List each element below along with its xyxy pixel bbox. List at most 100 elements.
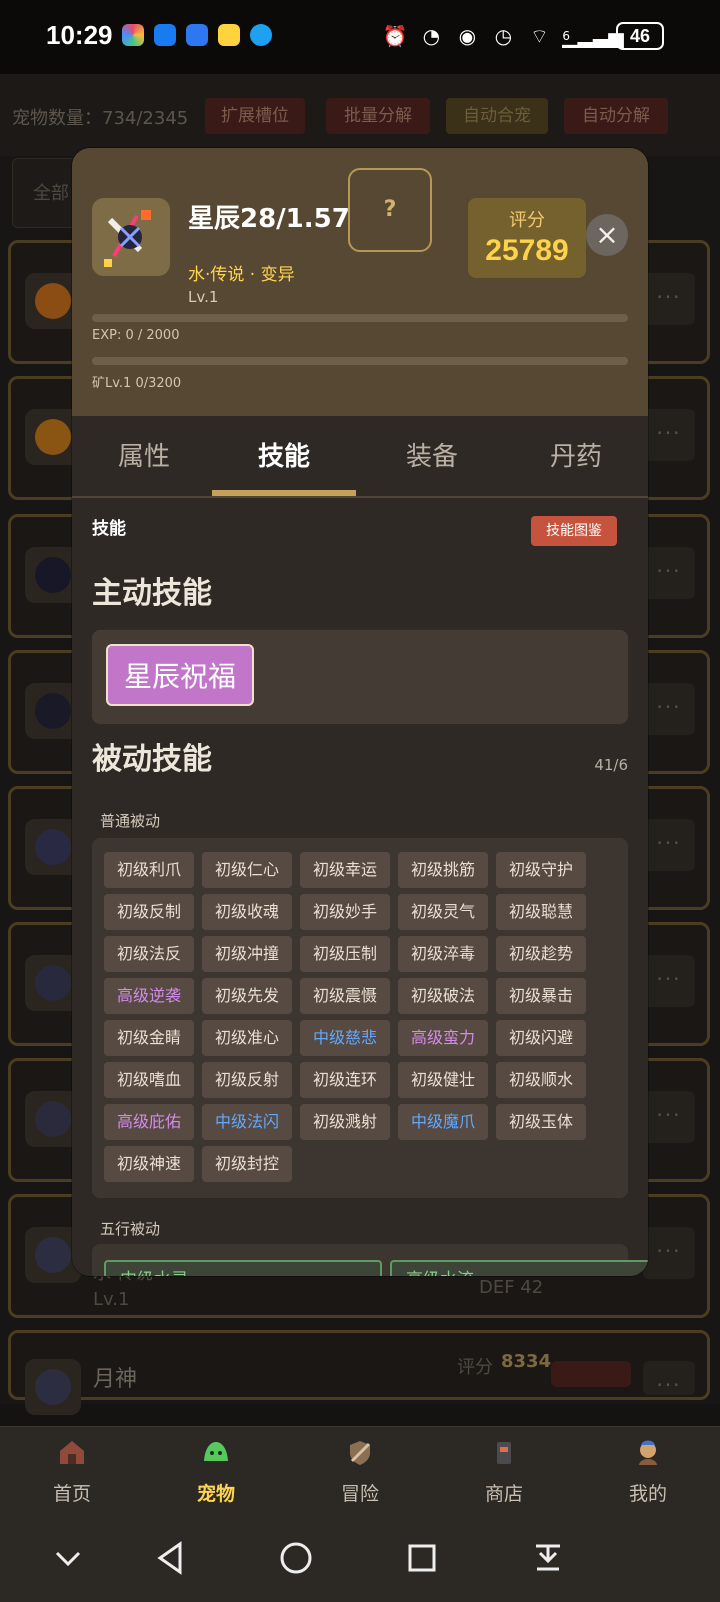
pet-list-toolbar: 宠物数量：734/2345 扩展槽位 批量分解 自动合宠 自动分解: [0, 74, 720, 156]
passive-skill-chip[interactable]: 初级仁心: [202, 852, 292, 888]
passive-skill-chip[interactable]: 初级震慑: [300, 978, 390, 1014]
passive-skill-chip[interactable]: 初级聪慧: [496, 894, 586, 930]
mystery-slot[interactable]: ?: [348, 168, 432, 252]
pet-count: 宠物数量：734/2345: [12, 108, 189, 129]
passive-skill-chip[interactable]: 初级冲撞: [202, 936, 292, 972]
passive-skill-chip[interactable]: 初级压制: [300, 936, 390, 972]
passive-skill-chip[interactable]: 初级神速: [104, 1146, 194, 1182]
tab-equipment[interactable]: 装备: [360, 416, 504, 496]
passive-skill-chip[interactable]: 初级准心: [202, 1020, 292, 1056]
nav-adventure[interactable]: 冒险: [288, 1427, 432, 1513]
passive-skill-chip[interactable]: 初级妙手: [300, 894, 390, 930]
battery-icon: 46: [616, 22, 664, 50]
passive-skill-chip[interactable]: 初级利爪: [104, 852, 194, 888]
cellular-signal-icon: ▁▂▃▅: [562, 24, 624, 48]
passive-skill-chip[interactable]: 初级健壮: [398, 1062, 488, 1098]
nav-profile[interactable]: 我的: [576, 1427, 720, 1513]
back-triangle-icon: [157, 1541, 182, 1575]
element-passive-chip[interactable]: 高级水流: [390, 1260, 648, 1276]
notification-shade-button[interactable]: [524, 1534, 572, 1582]
active-skills-heading: 主动技能: [92, 576, 212, 611]
collapse-button[interactable]: [44, 1534, 92, 1582]
active-skills-panel: 星辰祝福: [92, 630, 628, 724]
passive-skill-chip[interactable]: 初级法反: [104, 936, 194, 972]
nav-profile-label: 我的: [628, 1483, 667, 1505]
home-icon: [60, 1441, 84, 1464]
passive-skill-chip[interactable]: 初级反射: [202, 1062, 292, 1098]
skill-codex-button[interactable]: 技能图鉴: [531, 516, 617, 546]
passive-skill-chip[interactable]: 中级慈悲: [300, 1020, 390, 1056]
expand-slot-button[interactable]: 扩展槽位: [205, 98, 305, 134]
home-button[interactable]: [272, 1534, 320, 1582]
passive-skill-chip[interactable]: 高级逆袭: [104, 978, 194, 1014]
passive-skill-chip[interactable]: 初级封控: [202, 1146, 292, 1182]
passive-skill-chip[interactable]: 高级蛮力: [398, 1020, 488, 1056]
pet-card[interactable]: 月神 评分 8334 ···: [8, 1330, 710, 1415]
passive-skill-chip[interactable]: 初级收魂: [202, 894, 292, 930]
passive-skill-chip[interactable]: 初级暴击: [496, 978, 586, 1014]
nav-home-label: 首页: [52, 1483, 91, 1505]
home-circle-icon: [280, 1542, 312, 1574]
back-button[interactable]: [146, 1534, 194, 1582]
element-passive-chip[interactable]: 中级水灵: [104, 1260, 382, 1276]
passive-skill-chip[interactable]: 初级灵气: [398, 894, 488, 930]
tab-pills[interactable]: 丹药: [504, 416, 648, 496]
element-passives-panel: 中级水灵 高级水流: [92, 1244, 648, 1276]
batch-decompose-button[interactable]: 批量分解: [326, 98, 430, 134]
tab-skills[interactable]: 技能: [212, 416, 356, 496]
recent-apps-button[interactable]: [398, 1534, 446, 1582]
profile-icon: [639, 1440, 657, 1465]
more-options-button[interactable]: ···: [643, 409, 695, 461]
pull-down-icon: [536, 1544, 560, 1571]
status-time: 10:29: [46, 20, 113, 50]
passive-skill-chip[interactable]: 初级反制: [104, 894, 194, 930]
passive-skill-chip[interactable]: 初级闪避: [496, 1020, 586, 1056]
passive-skill-chip[interactable]: 初级先发: [202, 978, 292, 1014]
blue-globe-app-icon: [250, 24, 272, 46]
more-options-button[interactable]: ···: [643, 1361, 695, 1397]
exp-label: EXP: 0 / 2000: [92, 328, 180, 343]
passive-skill-chip[interactable]: 初级守护: [496, 852, 586, 888]
system-status-icons: ⏰ ◔ ◉ ◷ ⌔ 6 ▁▂▃▅ 46: [382, 22, 664, 50]
passive-skill-chip[interactable]: 初级嗜血: [104, 1062, 194, 1098]
passive-skill-chip[interactable]: 初级顺水: [496, 1062, 586, 1098]
passive-skill-chip[interactable]: 高级庇佑: [104, 1104, 194, 1140]
more-options-button[interactable]: ···: [643, 1091, 695, 1143]
mine-label: 矿Lv.1 0/3200: [92, 376, 182, 391]
passive-skill-chip[interactable]: 初级玉体: [496, 1104, 586, 1140]
active-skill-chip[interactable]: 星辰祝福: [106, 644, 255, 706]
passive-skill-chip[interactable]: 初级幸运: [300, 852, 390, 888]
auto-merge-button[interactable]: 自动合宠: [446, 98, 548, 134]
more-options-button[interactable]: ···: [643, 273, 695, 325]
passive-skill-chip[interactable]: 中级法闪: [202, 1104, 292, 1140]
passive-skill-chip[interactable]: 初级连环: [300, 1062, 390, 1098]
more-options-button[interactable]: ···: [643, 1227, 695, 1279]
more-options-button[interactable]: ···: [643, 955, 695, 1007]
close-modal-button[interactable]: ×: [586, 214, 628, 256]
nav-shop-label: 商店: [484, 1483, 523, 1505]
pet-avatar: [25, 1359, 81, 1415]
passive-skill-chip[interactable]: 初级趁势: [496, 936, 586, 972]
passive-skill-chip[interactable]: 中级魔爪: [398, 1104, 488, 1140]
passive-skill-chip[interactable]: 初级溅射: [300, 1104, 390, 1140]
passive-skill-chip[interactable]: 初级金睛: [104, 1020, 194, 1056]
passive-skill-chip[interactable]: 初级淬毒: [398, 936, 488, 972]
more-options-button[interactable]: ···: [643, 819, 695, 871]
pet-detail-modal: 星辰28/1.57 ? 水·传说 · 变异 Lv.1 评分 25789 × EX…: [72, 148, 648, 1276]
pet-card-level: Lv.1: [93, 1289, 130, 1310]
tab-attributes[interactable]: 属性: [72, 416, 216, 496]
shop-icon: [497, 1442, 511, 1464]
more-options-button[interactable]: ···: [643, 547, 695, 599]
deploy-button[interactable]: [551, 1361, 631, 1387]
pet-card-score: 8334: [501, 1351, 552, 1372]
passive-skill-chip[interactable]: 初级挑筋: [398, 852, 488, 888]
nav-pets[interactable]: 宠物: [144, 1427, 288, 1513]
auto-decompose-button[interactable]: 自动分解: [564, 98, 668, 134]
nav-home[interactable]: 首页: [0, 1427, 144, 1513]
pet-element-rarity: 水·传说 · 变异: [188, 265, 295, 285]
bottom-navigation: 首页 宠物 冒险 商店 我的: [0, 1426, 720, 1513]
nav-shop[interactable]: 商店: [432, 1427, 576, 1513]
more-options-button[interactable]: ···: [643, 683, 695, 735]
passive-skill-chip[interactable]: 初级破法: [398, 978, 488, 1014]
mine-progress-bar: [92, 357, 628, 365]
